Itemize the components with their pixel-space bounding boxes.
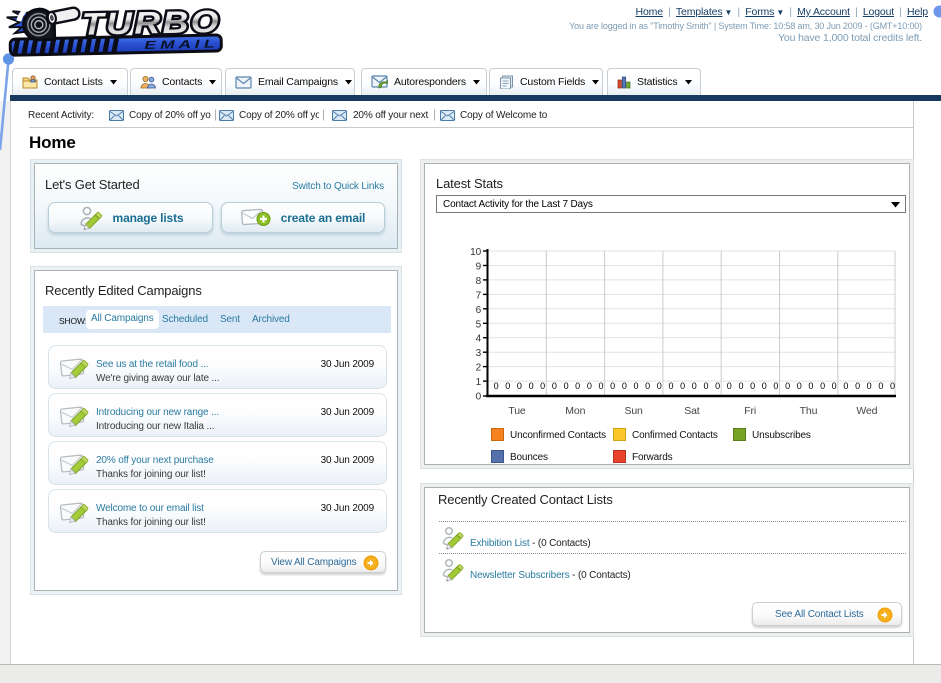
svg-text:0: 0 <box>657 381 662 391</box>
svg-text:0: 0 <box>878 381 883 391</box>
svg-text:0: 0 <box>808 381 813 391</box>
svg-text:1: 1 <box>476 377 482 388</box>
svg-text:Sun: Sun <box>624 405 643 417</box>
svg-text:TURBO: TURBO <box>81 4 221 42</box>
svg-text:0: 0 <box>633 381 638 391</box>
svg-text:8: 8 <box>476 276 482 287</box>
svg-text:0: 0 <box>832 381 837 391</box>
svg-text:0: 0 <box>598 381 603 391</box>
svg-text:0: 0 <box>843 381 848 391</box>
svg-text:0: 0 <box>867 381 872 391</box>
svg-text:Wed: Wed <box>856 405 877 417</box>
svg-text:5: 5 <box>476 319 482 330</box>
svg-text:4: 4 <box>476 334 482 345</box>
svg-text:0: 0 <box>529 381 534 391</box>
svg-text:0: 0 <box>517 381 522 391</box>
svg-text:0: 0 <box>703 381 708 391</box>
svg-text:0: 0 <box>890 381 895 391</box>
svg-text:0: 0 <box>610 381 615 391</box>
svg-text:0: 0 <box>692 381 697 391</box>
svg-text:0: 0 <box>762 381 767 391</box>
svg-text:0: 0 <box>564 381 569 391</box>
svg-text:0: 0 <box>738 381 743 391</box>
svg-text:0: 0 <box>727 381 732 391</box>
svg-text:0: 0 <box>668 381 673 391</box>
svg-text:Tue: Tue <box>508 405 526 417</box>
svg-text:0: 0 <box>797 381 802 391</box>
svg-text:0: 0 <box>855 381 860 391</box>
svg-text:0: 0 <box>587 381 592 391</box>
svg-text:0: 0 <box>552 381 557 391</box>
svg-text:0: 0 <box>645 381 650 391</box>
svg-text:Sat: Sat <box>684 405 700 417</box>
svg-text:10: 10 <box>470 247 481 258</box>
svg-text:0: 0 <box>773 381 778 391</box>
svg-text:0: 0 <box>750 381 755 391</box>
svg-text:2: 2 <box>476 363 482 374</box>
svg-text:0: 0 <box>494 381 499 391</box>
svg-text:Fri: Fri <box>744 405 756 417</box>
svg-text:0: 0 <box>540 381 545 391</box>
svg-text:0: 0 <box>622 381 627 391</box>
svg-text:0: 0 <box>820 381 825 391</box>
svg-text:Mon: Mon <box>565 405 585 417</box>
svg-text:0: 0 <box>785 381 790 391</box>
svg-text:E M A I L: E M A I L <box>144 39 214 52</box>
svg-text:0: 0 <box>680 381 685 391</box>
svg-text:0: 0 <box>575 381 580 391</box>
svg-text:6: 6 <box>476 305 482 316</box>
svg-text:9: 9 <box>476 262 482 273</box>
svg-text:0: 0 <box>505 381 510 391</box>
svg-text:7: 7 <box>476 290 482 301</box>
svg-text:0: 0 <box>476 392 482 403</box>
svg-text:0: 0 <box>715 381 720 391</box>
svg-text:3: 3 <box>476 348 482 359</box>
svg-text:Thu: Thu <box>800 405 818 417</box>
